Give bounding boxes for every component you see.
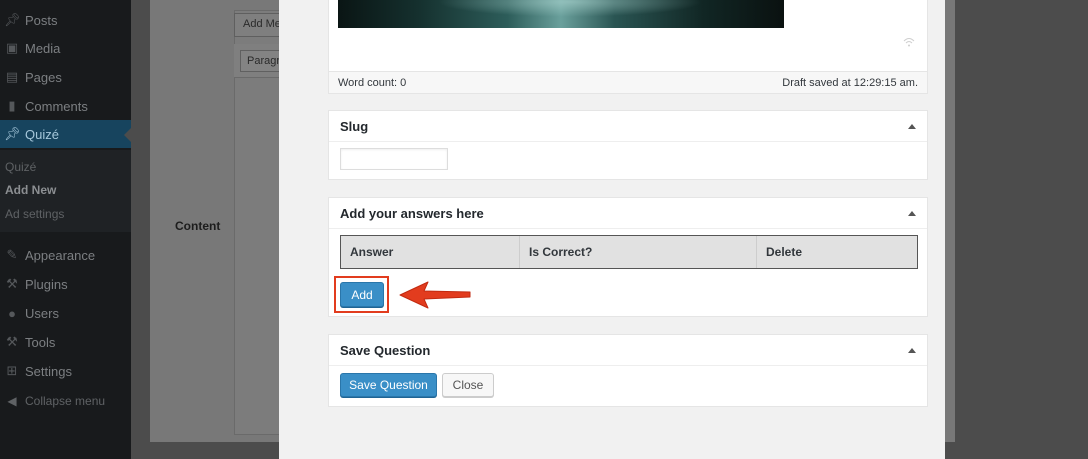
sidebar-item-label: Plugins: [25, 276, 68, 292]
sidebar-item-users[interactable]: ● Users: [0, 299, 131, 327]
pages-icon: ▤: [5, 69, 19, 84]
answers-box-header[interactable]: Add your answers here: [329, 198, 927, 229]
answers-title: Add your answers here: [340, 205, 484, 221]
current-menu-arrow: [124, 128, 131, 142]
save-question-button[interactable]: Save Question: [340, 373, 437, 397]
pin-icon: 📌︎: [4, 126, 21, 141]
annotation-arrow-icon: [399, 281, 471, 309]
sidebar-item-label: Tools: [25, 334, 56, 350]
sidebar-item-appearance[interactable]: ✎ Appearance: [0, 241, 131, 269]
column-header-answer: Answer: [341, 236, 520, 268]
toggle-up-icon[interactable]: [908, 347, 916, 353]
submenu-item-add-new[interactable]: Add New: [5, 183, 56, 197]
editor-image: [338, 0, 784, 28]
plugins-icon: ⚒: [6, 276, 18, 291]
sidebar-item-pages[interactable]: ▤ Pages: [0, 63, 131, 91]
slug-title: Slug: [340, 118, 369, 134]
sidebar-item-settings[interactable]: ⊞ Settings: [0, 357, 131, 385]
sidebar-item-media[interactable]: ▣ Media: [0, 34, 131, 62]
sidebar-item-posts[interactable]: 📌︎ Posts: [0, 6, 131, 34]
collapse-icon: ◀: [7, 394, 17, 408]
sidebar-item-label: Appearance: [25, 247, 96, 263]
toggle-up-icon[interactable]: [908, 210, 916, 216]
slug-input[interactable]: [340, 148, 448, 170]
save-box-header[interactable]: Save Question: [329, 335, 927, 366]
question-modal: Word count: 0 Draft saved at 12:29:15 am…: [279, 0, 945, 459]
tools-icon: ⚒: [6, 334, 18, 349]
word-count: Word count: 0: [338, 76, 407, 89]
collapse-menu-label: Collapse menu: [25, 394, 106, 408]
sidebar-item-label: Posts: [25, 12, 58, 28]
sidebar-item-comments[interactable]: ▮ Comments: [0, 92, 131, 120]
format-select: Paragraph: [240, 50, 284, 72]
sidebar-item-plugins[interactable]: ⚒ Plugins: [0, 270, 131, 298]
settings-icon: ⊞: [6, 363, 18, 378]
slug-box: Slug: [328, 110, 928, 180]
sidebar-item-tools[interactable]: ⚒ Tools: [0, 328, 131, 356]
column-header-delete: Delete: [766, 245, 803, 259]
slug-box-header[interactable]: Slug: [329, 111, 927, 142]
admin-sidebar: 📌︎ Posts ▣ Media ▤ Pages ▮ Comments 📌︎ Q…: [0, 0, 131, 459]
collapse-menu-button[interactable]: ◀ Collapse menu: [0, 391, 131, 411]
save-question-box: Save Question Save Question Close: [328, 334, 928, 407]
appearance-icon: ✎: [6, 247, 18, 262]
media-icon: ▣: [5, 40, 19, 55]
distraction-free-icon[interactable]: [903, 37, 915, 47]
save-title: Save Question: [340, 342, 431, 358]
pin-icon: 📌︎: [4, 12, 21, 27]
toggle-up-icon[interactable]: [908, 123, 916, 129]
users-icon: ●: [8, 305, 16, 321]
editor-statusbar: Word count: 0 Draft saved at 12:29:15 am…: [329, 71, 927, 93]
sidebar-item-label: Quizé: [25, 126, 59, 142]
add-answer-button[interactable]: Add: [340, 282, 384, 307]
column-header-is-correct: Is Correct?: [520, 236, 757, 268]
sidebar-item-label: Users: [25, 305, 59, 321]
submenu-item-quize[interactable]: Quizé: [5, 160, 36, 174]
content-editor-box: Word count: 0 Draft saved at 12:29:15 am…: [328, 0, 928, 94]
sidebar-item-label: Pages: [25, 69, 62, 85]
answers-table-header: Answer Is Correct? Delete: [340, 235, 918, 269]
sidebar-item-label: Media: [25, 40, 61, 56]
sidebar-item-label: Settings: [25, 363, 72, 379]
draft-status: Draft saved at 12:29:15 am.: [782, 76, 918, 89]
sidebar-item-label: Comments: [25, 98, 88, 114]
add-media-button: Add Media: [234, 13, 284, 37]
close-button[interactable]: Close: [442, 373, 494, 397]
submenu-item-ad-settings[interactable]: Ad settings: [5, 207, 64, 221]
content-field-label: Content: [175, 219, 221, 233]
sidebar-item-quize[interactable]: 📌︎ Quizé: [0, 120, 131, 148]
comments-icon: ▮: [8, 98, 16, 113]
